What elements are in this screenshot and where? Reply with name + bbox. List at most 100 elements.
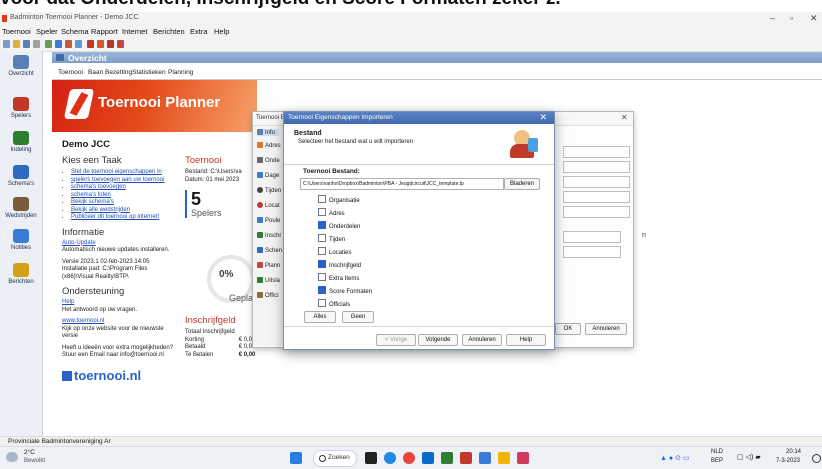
next-button[interactable]: Volgende (418, 334, 458, 346)
task-link[interactable]: schema's toevoegen (71, 184, 178, 192)
language-indicator[interactable]: NLD (711, 449, 723, 455)
network-volume-icons[interactable]: ▢ ◁) ▰ (737, 453, 761, 461)
app-green-icon[interactable] (441, 452, 453, 464)
checkbox-organisatie[interactable]: Organisatie (318, 195, 360, 204)
import-icon[interactable] (45, 40, 52, 48)
sidebar-item-wedstrijden[interactable]: Wedstrijden (0, 197, 42, 219)
previous-button[interactable]: < Vorige (376, 334, 416, 346)
sidebar-item-overzicht[interactable]: Overzicht (0, 55, 42, 77)
sidebar-item-spelers[interactable]: Spelers (0, 97, 42, 119)
player-icon[interactable] (87, 40, 94, 48)
start-icon[interactable] (290, 452, 302, 464)
nav-item-locaties[interactable]: Locat (257, 202, 280, 209)
property-field[interactable] (563, 191, 630, 203)
print-icon[interactable] (33, 40, 40, 48)
sidebar-item-berichten[interactable]: Berichten (0, 263, 42, 285)
auto-update-link[interactable]: Auto-Update (62, 240, 178, 248)
tab-statistieken[interactable]: Statistieken (132, 69, 166, 76)
clock-date[interactable]: 7-3-2023 (776, 458, 800, 464)
website-link[interactable]: www.toernooi.nl (62, 318, 178, 326)
tab-toernooi[interactable]: Toernooi (58, 69, 83, 76)
property-field[interactable] (563, 176, 630, 188)
player-add-icon[interactable] (97, 40, 104, 48)
nav-item-planning[interactable]: Plann (257, 262, 280, 269)
language-layout[interactable]: BEP (711, 458, 723, 464)
app-blue-icon[interactable] (479, 452, 491, 464)
property-field[interactable] (563, 161, 630, 173)
select-all-button[interactable]: Alles (304, 311, 336, 323)
dialog-cancel-button[interactable]: Annuleren (462, 334, 502, 346)
browse-button[interactable]: Bladeren (504, 178, 540, 190)
player-remove-icon[interactable] (107, 40, 114, 48)
property-field[interactable] (563, 206, 630, 218)
property-field[interactable] (563, 231, 621, 243)
tray-icons[interactable]: ▲ ● ⊙ ▭ (660, 454, 689, 462)
minimize-icon[interactable]: – (770, 13, 775, 23)
web-icon[interactable] (55, 40, 62, 48)
checkbox-extra-items[interactable]: Extra Items (318, 273, 359, 282)
task-link[interactable]: Bekijk alle wedstrijden (71, 207, 178, 215)
new-icon[interactable] (3, 40, 10, 48)
player-edit-icon[interactable] (117, 40, 124, 48)
dialog-close-icon[interactable]: ✕ (539, 112, 547, 123)
file-path-input[interactable]: C:\Users\vanho\Dropbox\Badminton\PBA - J… (300, 178, 504, 190)
checkbox-tijden[interactable]: Tijden (318, 234, 345, 243)
sidebar-item-indeling[interactable]: Indeling (0, 131, 42, 153)
checkbox-adres[interactable]: Adres (318, 208, 345, 217)
menu-berichten[interactable]: Berichten (153, 27, 185, 36)
task-view-icon[interactable] (365, 452, 377, 464)
notification-icon[interactable] (812, 454, 821, 463)
app-pink-icon[interactable] (517, 452, 529, 464)
sidebar-item-schemas[interactable]: Schema's (0, 165, 42, 187)
nav-item-dagen[interactable]: Dage (257, 172, 279, 179)
task-link[interactable]: Publiceer dit toernooi op internet! (71, 214, 178, 222)
menu-internet[interactable]: Internet (122, 27, 147, 36)
nav-item-onderdelen[interactable]: Onde (257, 157, 280, 164)
checkbox-officials[interactable]: Officials (318, 299, 350, 308)
close-icon[interactable]: ✕ (810, 13, 818, 24)
task-link[interactable]: schema's loten (71, 192, 178, 200)
taskbar-search[interactable]: Zoeken (313, 450, 357, 467)
help-link[interactable]: Help (62, 299, 178, 307)
tab-planning[interactable]: Planning (168, 69, 193, 76)
menu-extra[interactable]: Extra (190, 27, 208, 36)
nav-item-inschrijving[interactable]: Inschr (257, 232, 281, 239)
task-link[interactable]: spelers toevoegen aan uw toernooi (71, 177, 178, 185)
menu-speler[interactable]: Speler (36, 27, 58, 36)
maximize-icon[interactable]: ▫ (790, 13, 793, 23)
nav-item-uitslagen[interactable]: Uitsla (257, 277, 280, 284)
checkbox-score-formaten[interactable]: Score Formaten (318, 286, 372, 295)
menu-schema[interactable]: Schema (61, 27, 89, 36)
ok-button[interactable]: OK (555, 323, 581, 335)
chrome-icon[interactable] (403, 452, 415, 464)
task-link[interactable]: Stel de toernooi eigenschappen in (71, 169, 178, 177)
menu-rapport[interactable]: Rapport (91, 27, 118, 36)
nav-item-info[interactable]: Info (257, 129, 280, 136)
outlook-icon[interactable] (422, 452, 434, 464)
nav-item-tijden[interactable]: Tijden (257, 187, 281, 194)
cancel-button[interactable]: Annuleren (585, 323, 627, 335)
properties-close-icon[interactable]: ✕ (621, 113, 628, 122)
tab-baan-bezetting[interactable]: Baan Bezetting (88, 69, 132, 76)
mail-icon[interactable] (65, 40, 72, 48)
save-icon[interactable] (23, 40, 30, 48)
clock-time[interactable]: 20:14 (786, 449, 801, 455)
file-explorer-icon[interactable] (498, 452, 510, 464)
property-field[interactable] (563, 246, 621, 258)
dialog-help-button[interactable]: Help (506, 334, 546, 346)
checkbox-locaties[interactable]: Locaties (318, 247, 351, 256)
nav-item-schema[interactable]: Schen (257, 247, 282, 254)
checkbox-onderdelen[interactable]: Onderdelen (318, 221, 360, 230)
edge-icon[interactable] (384, 452, 396, 464)
nav-item-poules[interactable]: Poule (257, 217, 280, 224)
task-link[interactable]: Bekijk schema's (71, 199, 178, 207)
sidebar-item-notities[interactable]: Notities (0, 229, 42, 251)
nav-item-adres[interactable]: Adres (257, 142, 281, 149)
open-icon[interactable] (13, 40, 20, 48)
toernooi-planner-task-icon[interactable] (460, 452, 472, 464)
menu-toernooi[interactable]: Toernooi (2, 27, 31, 36)
refresh-icon[interactable] (75, 40, 82, 48)
property-field[interactable] (563, 146, 630, 158)
menu-help[interactable]: Help (214, 27, 229, 36)
checkbox-inschrijfgeld[interactable]: Inschrijfgeld (318, 260, 361, 269)
